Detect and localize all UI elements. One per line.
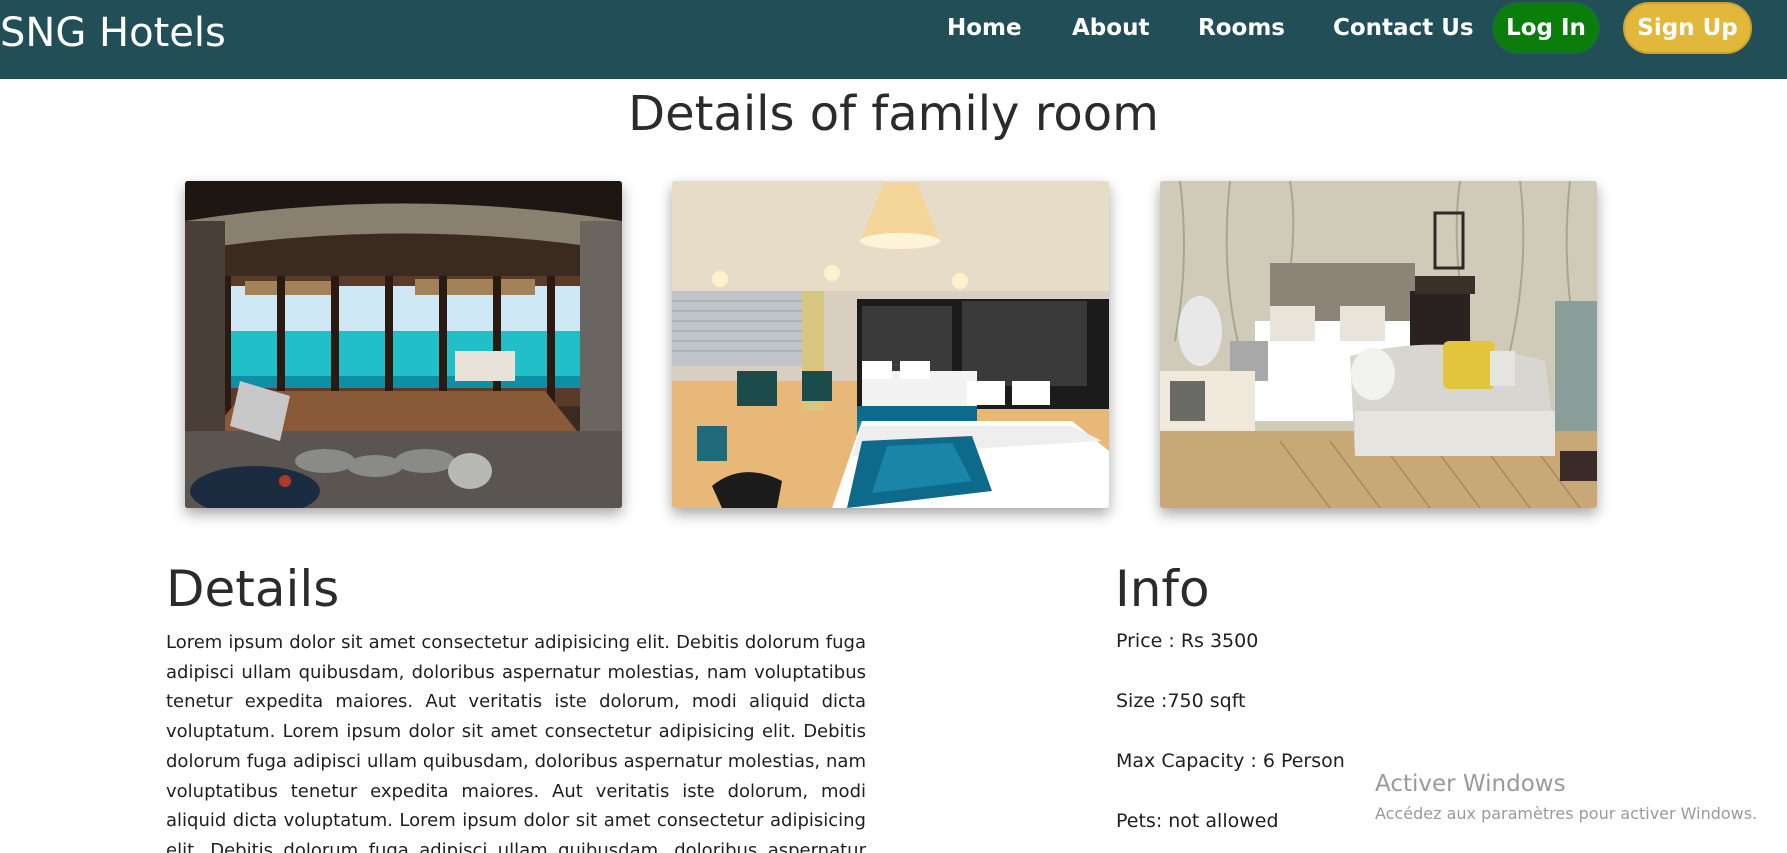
info-price: Price : Rs 3500 <box>1116 630 1259 652</box>
nav-link-rooms[interactable]: Rooms <box>1198 12 1285 44</box>
info-pets: Pets: not allowed <box>1116 810 1279 832</box>
info-heading: Info <box>1115 560 1210 618</box>
navbar: SNG Hotels Home About Rooms Contact Us L… <box>0 0 1787 79</box>
nav-link-home[interactable]: Home <box>947 12 1022 44</box>
room-photo-twin-beds <box>672 181 1109 508</box>
login-button[interactable]: Log In <box>1492 2 1600 54</box>
windows-activation-subtitle: Accédez aux paramètres pour activer Wind… <box>1375 804 1758 823</box>
nav-link-about[interactable]: About <box>1072 12 1149 44</box>
nav-link-contact-us[interactable]: Contact Us <box>1333 12 1474 44</box>
windows-activation-title: Activer Windows <box>1375 771 1566 797</box>
info-max-capacity: Max Capacity : 6 Person <box>1116 750 1345 772</box>
room-photo-bedroom-with-sofa <box>1160 181 1597 508</box>
room-photo-overwater-villa <box>185 181 622 508</box>
info-size: Size :750 sqft <box>1116 690 1246 712</box>
details-text: Lorem ipsum dolor sit amet consectetur a… <box>166 632 866 853</box>
details-heading: Details <box>166 560 340 618</box>
page-title: Details of family room <box>628 86 1159 142</box>
signup-button[interactable]: Sign Up <box>1623 2 1752 54</box>
brand-logo[interactable]: SNG Hotels <box>0 10 226 56</box>
